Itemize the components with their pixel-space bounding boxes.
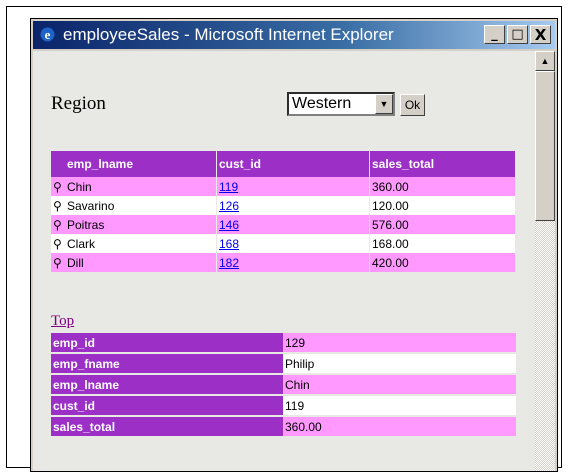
detail-row: sales_total 360.00 <box>51 416 516 438</box>
detail-label: emp_id <box>51 333 283 354</box>
cust-id-cell: 126 <box>216 196 370 215</box>
table-row: ⚲ Chin 119 360.00 <box>51 177 516 196</box>
browser-window: e employeeSales - Microsoft Internet Exp… <box>30 18 558 472</box>
page-content: Region Western ▼ Ok emp_lname cust_id sa… <box>33 51 535 471</box>
scroll-up-arrow-icon[interactable]: ▲ <box>535 51 555 71</box>
detail-table: emp_id 129 emp_fname Philip emp_lname Ch… <box>51 333 516 438</box>
region-selected-value: Western <box>292 95 352 112</box>
cust-id-link[interactable]: 146 <box>219 218 239 232</box>
detail-row: emp_fname Philip <box>51 353 516 375</box>
emp-lname-cell: ⚲ Chin <box>51 177 217 196</box>
detail-value: 119 <box>283 395 516 417</box>
detail-value: 129 <box>283 333 516 354</box>
minimize-button[interactable]: _ <box>484 25 505 44</box>
sales-total-cell: 420.00 <box>369 253 516 272</box>
cust-id-cell: 182 <box>216 253 370 272</box>
emp-lname-cell: ⚲ Dill <box>51 253 217 272</box>
cust-id-link[interactable]: 182 <box>219 256 239 270</box>
detail-row: emp_id 129 <box>51 333 516 354</box>
cust-id-cell: 168 <box>216 234 370 253</box>
maximize-button[interactable]: □ <box>507 25 528 44</box>
detail-label: sales_total <box>51 416 283 438</box>
emp-lname-cell: ⚲ Poitras <box>51 215 217 234</box>
column-header-cust-id: cust_id <box>216 151 370 177</box>
detail-label: emp_fname <box>51 353 283 375</box>
sales-table: emp_lname cust_id sales_total ⚲ Chin 119 … <box>51 151 516 272</box>
close-button[interactable]: X <box>530 25 551 44</box>
internet-explorer-icon: e <box>40 27 55 42</box>
table-row: ⚲ Savarino 126 120.00 <box>51 196 516 215</box>
cust-id-cell: 119 <box>216 177 370 196</box>
sales-total-cell: 576.00 <box>369 215 516 234</box>
cust-id-link[interactable]: 168 <box>219 237 239 251</box>
detail-value: Chin <box>283 374 516 396</box>
ok-button[interactable]: Ok <box>400 94 425 116</box>
detail-row: emp_lname Chin <box>51 374 516 396</box>
window-title: employeeSales - Microsoft Internet Explo… <box>63 25 394 44</box>
top-link[interactable]: Top <box>51 313 74 330</box>
cust-id-cell: 146 <box>216 215 370 234</box>
magnifier-icon[interactable]: ⚲ <box>53 180 67 194</box>
detail-label: emp_lname <box>51 374 283 396</box>
table-row: ⚲ Dill 182 420.00 <box>51 253 516 272</box>
column-header-sales-total: sales_total <box>369 151 516 177</box>
svg-text:e: e <box>45 27 51 42</box>
cust-id-link[interactable]: 119 <box>219 180 238 194</box>
scroll-thumb[interactable] <box>535 71 555 221</box>
detail-row: cust_id 119 <box>51 395 516 417</box>
vertical-scrollbar[interactable]: ▲ <box>535 51 555 471</box>
table-row: ⚲ Clark 168 168.00 <box>51 234 516 253</box>
table-row: ⚲ Poitras 146 576.00 <box>51 215 516 234</box>
sales-total-cell: 120.00 <box>369 196 516 215</box>
emp-lname-cell: ⚲ Savarino <box>51 196 217 215</box>
detail-value: 360.00 <box>283 416 516 438</box>
sales-table-header: emp_lname cust_id sales_total <box>51 151 516 177</box>
magnifier-icon[interactable]: ⚲ <box>53 256 67 270</box>
magnifier-icon[interactable]: ⚲ <box>53 237 67 251</box>
sales-total-cell: 360.00 <box>369 177 516 196</box>
magnifier-icon[interactable]: ⚲ <box>53 199 67 213</box>
sales-total-cell: 168.00 <box>369 234 516 253</box>
emp-lname-cell: ⚲ Clark <box>51 234 217 253</box>
title-bar[interactable]: e employeeSales - Microsoft Internet Exp… <box>33 21 555 49</box>
cust-id-link[interactable]: 126 <box>219 199 239 213</box>
column-header-emp-lname: emp_lname <box>51 151 217 177</box>
dropdown-arrow-icon[interactable]: ▼ <box>375 94 393 114</box>
region-select[interactable]: Western ▼ <box>287 92 395 116</box>
region-label: Region <box>51 93 106 114</box>
detail-label: cust_id <box>51 395 283 417</box>
detail-value: Philip <box>283 353 516 375</box>
magnifier-icon[interactable]: ⚲ <box>53 218 67 232</box>
